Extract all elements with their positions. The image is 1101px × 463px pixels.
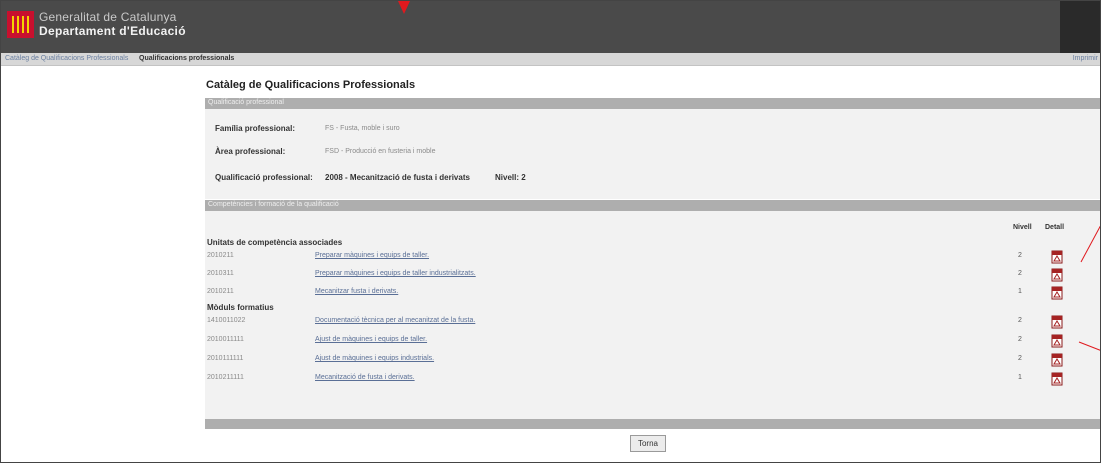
- unit-row: 2010311 Preparar màquines i equips de ta…: [205, 267, 1100, 283]
- area-label: Àrea professional:: [215, 147, 286, 156]
- page-title: Catàleg de Qualificacions Professionals: [206, 79, 416, 91]
- header-right-block: [1060, 1, 1100, 53]
- modules-group-title: Mòduls formatius: [207, 303, 274, 312]
- breadcrumb-current: Qualificacions professionals: [139, 55, 235, 62]
- print-link[interactable]: Imprimir: [1073, 55, 1098, 62]
- column-header-level: Nivell: [1013, 224, 1032, 231]
- pdf-icon[interactable]: [1051, 286, 1063, 300]
- unit-row: 2010211 Preparar màquines i equips de ta…: [205, 249, 1100, 265]
- module-link[interactable]: Mecanització de fusta i derivats.: [315, 374, 415, 381]
- pdf-icon[interactable]: [1051, 250, 1063, 264]
- generalitat-logo-icon[interactable]: [7, 11, 34, 38]
- family-label: Família professional:: [215, 124, 296, 133]
- pdf-icon[interactable]: [1051, 315, 1063, 329]
- module-row: 1410011022 Documentació tècnica per al m…: [205, 314, 1100, 330]
- module-link[interactable]: Documentació tècnica per al mecanitzat d…: [315, 317, 475, 324]
- module-level: 2: [1018, 355, 1022, 362]
- module-code: 2010211111: [207, 374, 244, 381]
- brand-line-1: Generalitat de Catalunya: [39, 10, 177, 24]
- unit-link[interactable]: Mecanitzar fusta i derivats.: [315, 288, 398, 295]
- module-level: 2: [1018, 336, 1022, 343]
- module-code: 1410011022: [207, 317, 246, 324]
- qualification-label: Qualificació professional:: [215, 173, 313, 182]
- module-row: 2010011111 Ajust de màquines i equips de…: [205, 333, 1100, 349]
- unit-row: 2010211 Mecanitzar fusta i derivats. 1: [205, 285, 1100, 301]
- site-header: Generalitat de Catalunya Departament d'E…: [1, 1, 1100, 53]
- qualification-section-title: Qualificació professional: [208, 99, 284, 106]
- competences-box: Nivell Detall Unitats de competència ass…: [205, 211, 1100, 419]
- breadcrumb-parent-link[interactable]: Catàleg de Qualificacions Professionals: [5, 55, 128, 62]
- family-value: FS - Fusta, moble i suro: [325, 125, 400, 132]
- browser-viewport: Generalitat de Catalunya Departament d'E…: [0, 0, 1101, 463]
- module-row: 2010111111 Ajust de màquines i equips in…: [205, 352, 1100, 368]
- unit-link[interactable]: Preparar màquines i equips de taller ind…: [315, 270, 476, 277]
- pdf-icon[interactable]: [1051, 268, 1063, 282]
- unit-level: 2: [1018, 252, 1022, 259]
- area-value: FSD - Producció en fusteria i moble: [325, 148, 436, 155]
- pdf-icon[interactable]: [1051, 353, 1063, 367]
- competences-section-bar: Competències i formació de la qualificac…: [205, 200, 1100, 211]
- breadcrumb: Catàleg de Qualificacions Professionals …: [1, 53, 1100, 66]
- column-header-detail: Detall: [1045, 224, 1065, 231]
- unit-code: 2010211: [207, 252, 234, 259]
- unit-level: 1: [1018, 288, 1022, 295]
- unit-code: 2010211: [207, 288, 234, 295]
- brand-line-2: Departament d'Educació: [39, 24, 186, 38]
- module-code: 2010111111: [207, 355, 244, 362]
- red-arrow-icon: [398, 1, 410, 14]
- qualification-level: Nivell: 2: [495, 173, 526, 182]
- bottom-bar: [205, 419, 1100, 429]
- pdf-icon[interactable]: [1051, 372, 1063, 386]
- module-row: 2010211111 Mecanització de fusta i deriv…: [205, 371, 1100, 387]
- module-code: 2010011111: [207, 336, 244, 343]
- module-link[interactable]: Ajust de màquines i equips de taller.: [315, 336, 427, 343]
- module-level: 1: [1018, 374, 1022, 381]
- module-level: 2: [1018, 317, 1022, 324]
- back-button[interactable]: Torna: [630, 435, 666, 452]
- qualification-section-bar: Qualificació professional: [205, 98, 1100, 109]
- competences-section-title: Competències i formació de la qualificac…: [208, 201, 339, 208]
- qualification-value: 2008 - Mecanització de fusta i derivats: [325, 173, 470, 182]
- annotation-lines-icon: [1078, 225, 1100, 351]
- unit-link[interactable]: Preparar màquines i equips de taller.: [315, 252, 429, 259]
- pdf-icon[interactable]: [1051, 334, 1063, 348]
- units-group-title: Unitats de competència associades: [207, 238, 343, 247]
- qualification-info-box: Família professional: FS - Fusta, moble …: [205, 109, 1100, 199]
- unit-level: 2: [1018, 270, 1022, 277]
- module-link[interactable]: Ajust de màquines i equips industrials.: [315, 355, 434, 362]
- unit-code: 2010311: [207, 270, 234, 277]
